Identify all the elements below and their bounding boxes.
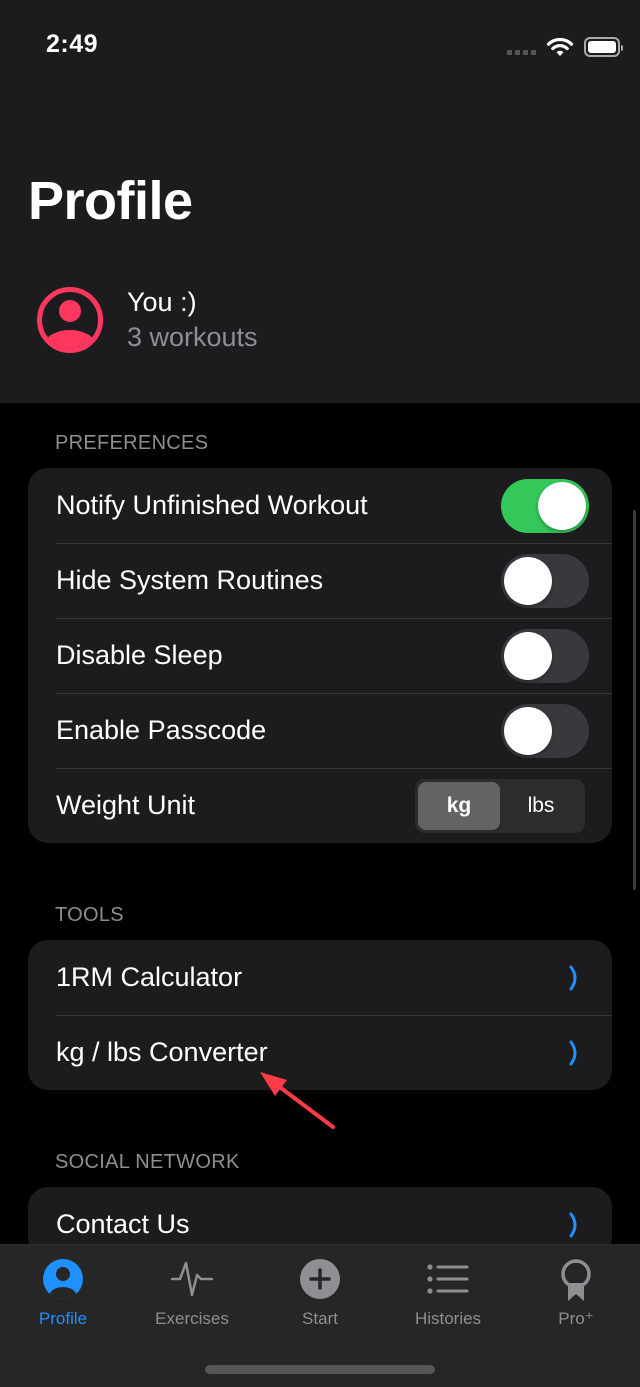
workout-count: 3 workouts bbox=[127, 322, 258, 352]
row-label: Contact Us bbox=[56, 1209, 190, 1239]
row-label: Weight Unit bbox=[56, 790, 196, 820]
award-ribbon-icon bbox=[561, 1259, 591, 1301]
scrollbar[interactable] bbox=[633, 510, 636, 890]
chevron-right-icon bbox=[569, 965, 577, 990]
tab-label: Histories bbox=[414, 1309, 482, 1328]
disable-sleep-toggle[interactable] bbox=[501, 628, 589, 683]
tab-start[interactable]: Start bbox=[265, 1257, 375, 1329]
row-label: Notify Unfinished Workout bbox=[56, 490, 368, 520]
tab-label: Start bbox=[302, 1309, 338, 1328]
preferences-group: Notify Unfinished Workout Hide System Ro… bbox=[28, 468, 612, 843]
enable-passcode-toggle[interactable] bbox=[501, 703, 589, 758]
section-header-social-network: SOCIAL NETWORK bbox=[55, 1151, 240, 1173]
tab-bar: Profile Exercises Start Histories Pro⁺ bbox=[0, 1244, 640, 1387]
battery-icon bbox=[584, 37, 623, 57]
hide-system-routines-toggle[interactable] bbox=[501, 553, 589, 608]
status-icons bbox=[507, 36, 623, 58]
weight-unit-segmented-control: kg lbs bbox=[415, 778, 585, 833]
tab-profile[interactable]: Profile bbox=[8, 1257, 118, 1329]
row-label: kg / lbs Converter bbox=[56, 1037, 268, 1067]
row-label: Enable Passcode bbox=[56, 715, 267, 745]
person-circle-icon bbox=[37, 287, 103, 353]
wifi-icon bbox=[546, 37, 574, 56]
pref-row-weight-unit: Weight Unit kg lbs bbox=[28, 768, 612, 843]
section-header-tools: TOOLS bbox=[55, 904, 124, 926]
pref-row-disable-sleep: Disable Sleep bbox=[28, 618, 612, 693]
section-header-preferences: PREFERENCES bbox=[55, 432, 209, 454]
row-label: 1RM Calculator bbox=[56, 962, 243, 992]
status-time: 2:49 bbox=[46, 30, 99, 58]
tab-label: Profile bbox=[38, 1309, 88, 1328]
pref-row-enable-passcode: Enable Passcode bbox=[28, 693, 612, 768]
heartbeat-icon bbox=[170, 1261, 214, 1297]
home-indicator[interactable] bbox=[205, 1365, 435, 1374]
page-title: Profile bbox=[28, 171, 193, 231]
tab-label: Exercises bbox=[155, 1309, 229, 1328]
notify-unfinished-toggle[interactable] bbox=[501, 478, 589, 533]
user-summary[interactable]: You :) 3 workouts bbox=[36, 285, 258, 355]
list-icon bbox=[427, 1264, 469, 1294]
row-label: Disable Sleep bbox=[56, 640, 223, 670]
pref-row-notify-unfinished: Notify Unfinished Workout bbox=[28, 468, 612, 543]
plus-circle-icon bbox=[300, 1259, 340, 1299]
segment-kg[interactable]: kg bbox=[418, 781, 500, 830]
tools-row-1rm-calculator[interactable]: 1RM Calculator bbox=[28, 940, 612, 1015]
segment-lbs[interactable]: lbs bbox=[500, 782, 582, 830]
row-label: Hide System Routines bbox=[56, 565, 324, 595]
annotation-arrow-icon bbox=[260, 1072, 335, 1129]
chevron-right-icon bbox=[569, 1212, 577, 1237]
tab-pro[interactable]: Pro⁺ bbox=[521, 1257, 631, 1329]
person-circle-icon bbox=[43, 1259, 83, 1299]
header: 2:49 Profile You :) 3 workouts bbox=[0, 0, 640, 403]
cellular-signal-icon bbox=[507, 49, 536, 55]
pref-row-hide-system-routines: Hide System Routines bbox=[28, 543, 612, 618]
tab-histories[interactable]: Histories bbox=[393, 1257, 503, 1329]
chevron-right-icon bbox=[569, 1040, 577, 1065]
user-name: You :) bbox=[127, 287, 197, 317]
tab-exercises[interactable]: Exercises bbox=[137, 1257, 247, 1329]
tab-label: Pro⁺ bbox=[558, 1309, 594, 1328]
